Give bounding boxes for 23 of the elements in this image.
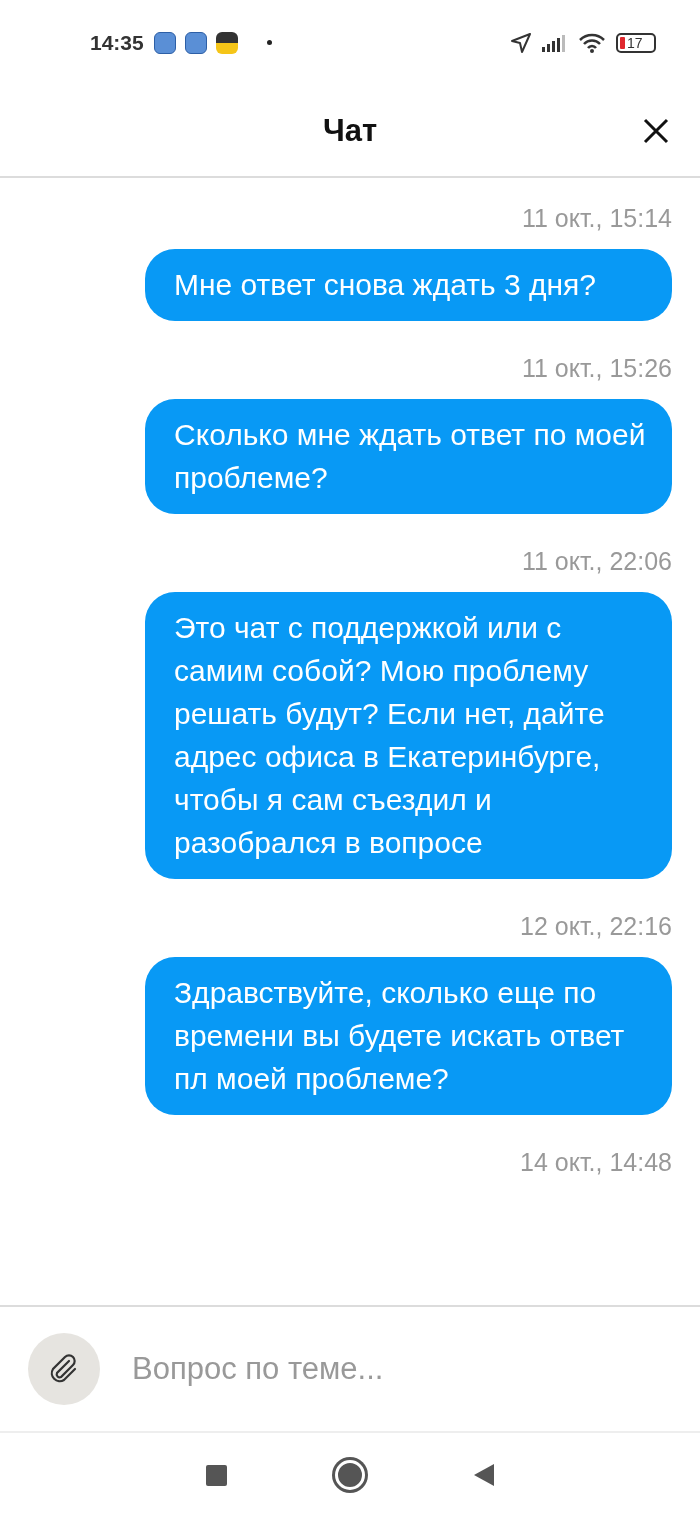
app-icon <box>153 31 176 54</box>
app-icon <box>184 31 207 54</box>
message-bubble: Это чат с поддержкой или с самим собой? Мою проблему решать будут? Если нет, дайте адрес офиса в Екатеринбурге, чтобы я сам съездил и разобрался в вопросе <box>145 592 672 879</box>
message-time: 14 окт., 14:48 <box>520 1147 672 1177</box>
notification-dot-icon <box>266 40 272 45</box>
message-time: 11 окт., 22:06 <box>521 546 672 576</box>
chat-title: Чат <box>322 112 378 149</box>
battery-icon: 17 <box>616 32 656 53</box>
close-icon[interactable] <box>643 118 669 144</box>
message-time: 12 окт., 22:16 <box>520 911 672 941</box>
back-icon[interactable] <box>472 1463 495 1487</box>
message-bubble: Мне ответ снова ждать 3 дня? <box>145 249 672 321</box>
app-icon <box>215 31 238 54</box>
signal-icon <box>542 33 568 52</box>
status-time: 14:35 <box>90 30 144 55</box>
home-icon[interactable] <box>334 1460 365 1490</box>
wifi-icon <box>578 31 606 54</box>
message-bubble: Сколько мне ждать ответ по моей проблеме? <box>145 399 672 514</box>
message-time: 11 окт., 15:14 <box>521 203 672 233</box>
message-bubble: Здравствуйте, сколько еще по времени вы будете искать ответ пл моей проблеме? <box>145 957 672 1115</box>
recents-icon[interactable] <box>205 1464 227 1486</box>
message-time: 11 окт., 15:26 <box>521 353 672 383</box>
location-icon <box>510 31 532 54</box>
